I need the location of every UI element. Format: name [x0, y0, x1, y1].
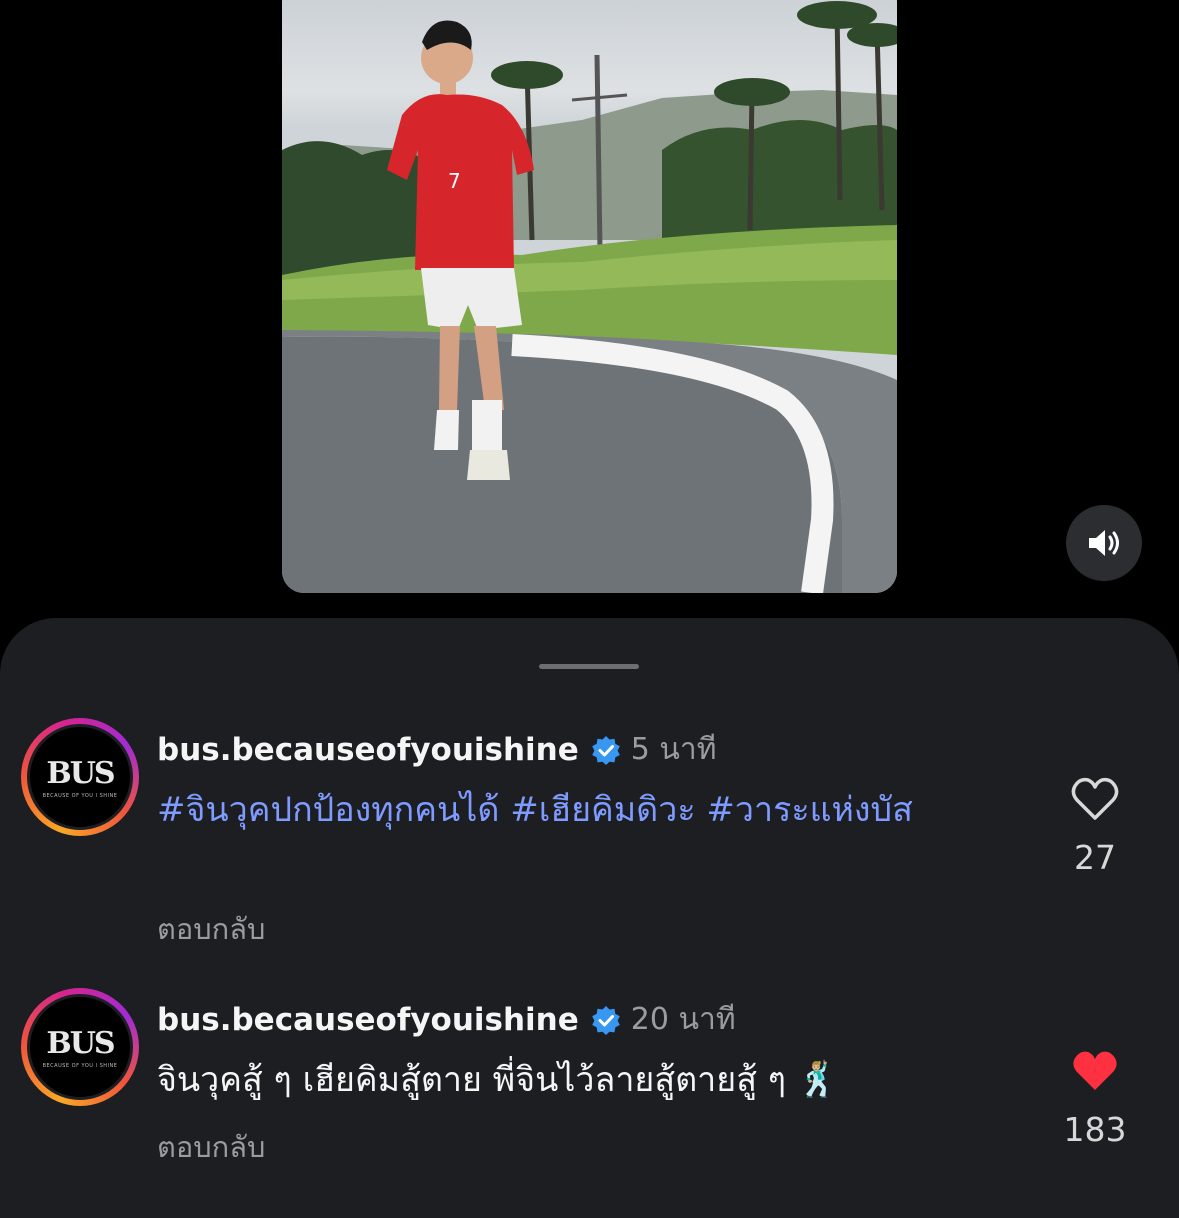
comment-header: bus.becauseofyouishine 5 นาที	[157, 726, 717, 773]
username[interactable]: bus.becauseofyouishine	[157, 1002, 579, 1038]
like-button[interactable]: 183	[1060, 1048, 1130, 1149]
comment-time: 20 นาที	[630, 1002, 736, 1037]
avatar-image: BUS BECAUSE OF YOU I SHINE	[27, 994, 133, 1100]
avatar[interactable]: BUS BECAUSE OF YOU I SHINE	[21, 718, 139, 836]
sheet-drag-handle[interactable]	[539, 664, 639, 669]
reply-button[interactable]: ตอบกลับ	[157, 1124, 265, 1170]
avatar-tagline: BECAUSE OF YOU I SHINE	[42, 792, 118, 799]
comment-text[interactable]: จินวุคสู้ ๆ เฮียคิมสู้ตาย พี่จินไว้ลายสู…	[157, 1052, 987, 1108]
video-frame-image: 7	[282, 1, 897, 593]
verified-badge-icon	[591, 1005, 620, 1035]
svg-text:7: 7	[448, 169, 461, 193]
comment-time: 5 นาที	[630, 732, 717, 767]
like-count: 27	[1074, 838, 1116, 877]
avatar[interactable]: BUS BECAUSE OF YOU I SHINE	[21, 988, 139, 1106]
speaker-icon	[1089, 530, 1119, 556]
avatar-tagline: BECAUSE OF YOU I SHINE	[42, 1062, 118, 1069]
like-count: 183	[1063, 1110, 1127, 1149]
video-preview[interactable]: 7	[282, 0, 897, 593]
comments-sheet: BUS BECAUSE OF YOU I SHINE bus.becauseof…	[0, 618, 1179, 1218]
heart-filled-icon	[1073, 1051, 1117, 1090]
like-button[interactable]: 27	[1060, 776, 1130, 877]
avatar-image: BUS BECAUSE OF YOU I SHINE	[27, 724, 133, 830]
sound-toggle-button[interactable]	[1066, 505, 1142, 581]
avatar-logo: BUS	[46, 1025, 115, 1061]
avatar-logo: BUS	[46, 755, 115, 791]
verified-badge-icon	[591, 735, 620, 765]
comment-text[interactable]: #จินวุคปกป้องทุกคนได้ #เฮียคิมดิวะ #วาระ…	[157, 782, 987, 838]
comment-header: bus.becauseofyouishine 20 นาที	[157, 996, 736, 1043]
heart-outline-icon	[1071, 777, 1119, 820]
username[interactable]: bus.becauseofyouishine	[157, 732, 579, 768]
reply-button[interactable]: ตอบกลับ	[157, 906, 265, 952]
